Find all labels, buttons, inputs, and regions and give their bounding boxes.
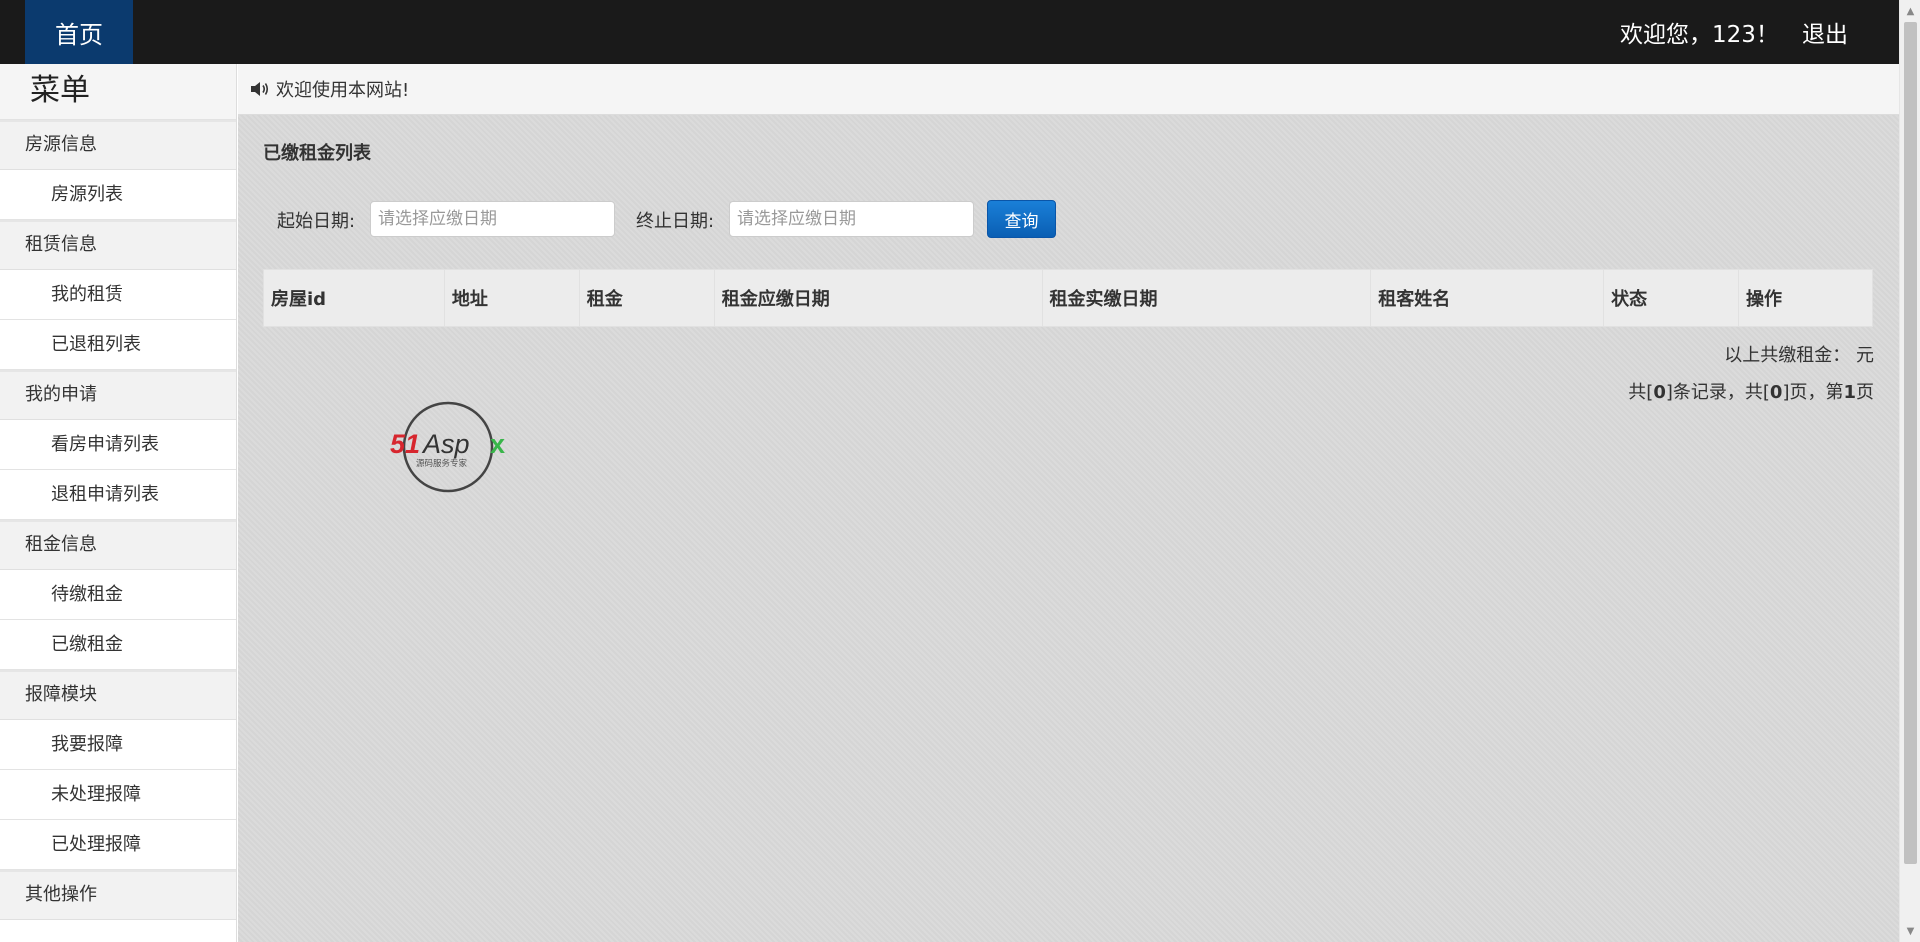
sidebar-item-pending-rent[interactable]: 待缴租金 — [0, 570, 236, 620]
svg-text:Asp: Asp — [421, 429, 470, 459]
brand-logo-watermark: 51 Asp x 源码服务专家 — [390, 401, 505, 493]
query-button[interactable]: 查询 — [987, 200, 1056, 238]
column-header-due-date: 租金应缴日期 — [713, 269, 1043, 327]
end-date-input[interactable] — [729, 201, 974, 237]
sidebar-group-my-applications[interactable]: 我的申请 — [0, 370, 236, 420]
paid-rent-table: 房屋id 地址 租金 租金应缴日期 租金实缴日期 租客姓名 状态 操作 — [263, 269, 1873, 327]
sidebar-group-house-info[interactable]: 房源信息 — [0, 120, 236, 170]
sidebar-item-paid-rent[interactable]: 已缴租金 — [0, 620, 236, 670]
sidebar-menu: 菜单 房源信息 房源列表 租赁信息 我的租赁 已退租列表 我的申请 看房申请列表… — [0, 64, 237, 942]
logout-link[interactable]: 退出 — [1802, 0, 1848, 64]
sidebar-item-report-repair[interactable]: 我要报障 — [0, 720, 236, 770]
sidebar-item-termination-applications[interactable]: 退租申请列表 — [0, 470, 236, 520]
main-content: 欢迎使用本网站! 已缴租金列表 起始日期: 终止日期: 查询 房屋id 地址 租… — [238, 64, 1899, 942]
pager-prefix: 共[ — [1628, 382, 1654, 403]
pager-suffix: 页 — [1856, 382, 1874, 403]
sidebar-group-repair[interactable]: 报障模块 — [0, 670, 236, 720]
sidebar-item-handled-repairs[interactable]: 已处理报障 — [0, 820, 236, 870]
top-navbar: 首页 欢迎您，123！ 退出 — [0, 0, 1899, 64]
start-date-input[interactable] — [370, 201, 615, 237]
notice-bar: 欢迎使用本网站! — [238, 64, 1899, 115]
svg-text:51: 51 — [390, 429, 420, 459]
speaker-icon — [251, 82, 269, 96]
column-header-rent: 租金 — [578, 269, 715, 327]
end-date-label: 终止日期: — [636, 211, 715, 232]
current-page-number: 1 — [1843, 382, 1856, 403]
column-header-address: 地址 — [443, 269, 580, 327]
page-title: 已缴租金列表 — [263, 143, 371, 164]
column-header-actions: 操作 — [1738, 269, 1873, 327]
menu-title: 菜单 — [0, 64, 236, 120]
start-date-label: 起始日期: — [277, 211, 356, 232]
pagination-info: 共[0]条记录，共[0]页，第1页 — [1628, 378, 1874, 404]
total-records-count: 0 — [1653, 382, 1666, 403]
scrollbar-thumb[interactable] — [1904, 22, 1917, 864]
sidebar-item-unhandled-repairs[interactable]: 未处理报障 — [0, 770, 236, 820]
sidebar-group-lease-info[interactable]: 租赁信息 — [0, 220, 236, 270]
total-rent-summary: 以上共缴租金： 元 — [1724, 345, 1874, 366]
scroll-down-arrow-icon[interactable]: ▼ — [1900, 922, 1920, 940]
scroll-up-arrow-icon[interactable]: ▲ — [1900, 2, 1920, 20]
welcome-text: 欢迎您，123！ — [1620, 22, 1779, 48]
sidebar-item-ended-lease-list[interactable]: 已退租列表 — [0, 320, 236, 370]
table-header-row: 房屋id 地址 租金 租金应缴日期 租金实缴日期 租客姓名 状态 操作 — [263, 269, 1873, 327]
column-header-status: 状态 — [1603, 269, 1740, 327]
svg-text:x: x — [490, 429, 505, 459]
svg-text:源码服务专家: 源码服务专家 — [416, 458, 468, 469]
sidebar-item-my-lease[interactable]: 我的租赁 — [0, 270, 236, 320]
pager-text-2: ]页，第 — [1782, 382, 1844, 403]
sidebar-group-other[interactable]: 其他操作 — [0, 870, 236, 920]
sidebar-item-viewing-applications[interactable]: 看房申请列表 — [0, 420, 236, 470]
page-scrollbar[interactable]: ▲ ▼ — [1899, 0, 1920, 942]
home-nav-button[interactable]: 首页 — [25, 0, 133, 64]
column-header-house-id: 房屋id — [263, 269, 445, 327]
total-pages-count: 0 — [1769, 382, 1783, 403]
sidebar-item-house-list[interactable]: 房源列表 — [0, 170, 236, 220]
pager-text-1: ]条记录，共[ — [1665, 382, 1770, 403]
column-header-tenant-name: 租客姓名 — [1370, 269, 1605, 327]
column-header-paid-date: 租金实缴日期 — [1041, 269, 1372, 327]
notice-text: 欢迎使用本网站! — [276, 80, 410, 101]
sidebar-group-rent-info[interactable]: 租金信息 — [0, 520, 236, 570]
